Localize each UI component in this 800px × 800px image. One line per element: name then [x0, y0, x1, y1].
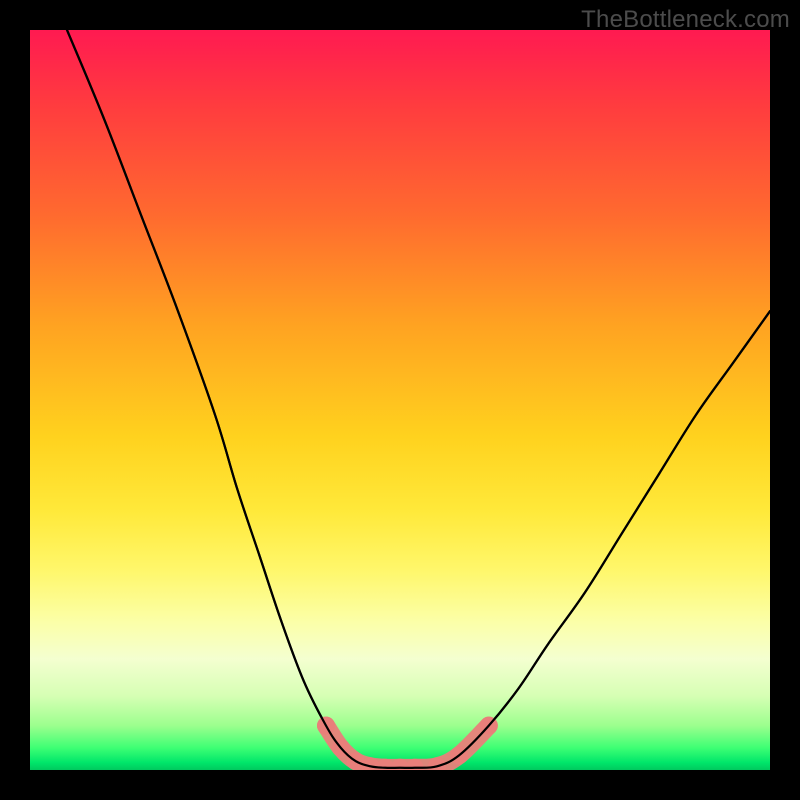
- bottleneck-curve-overlay: [67, 30, 770, 768]
- plot-area: [30, 30, 770, 770]
- chart-stage: TheBottleneck.com: [0, 0, 800, 800]
- chart-svg: [30, 30, 770, 770]
- bottleneck-curve: [67, 30, 770, 768]
